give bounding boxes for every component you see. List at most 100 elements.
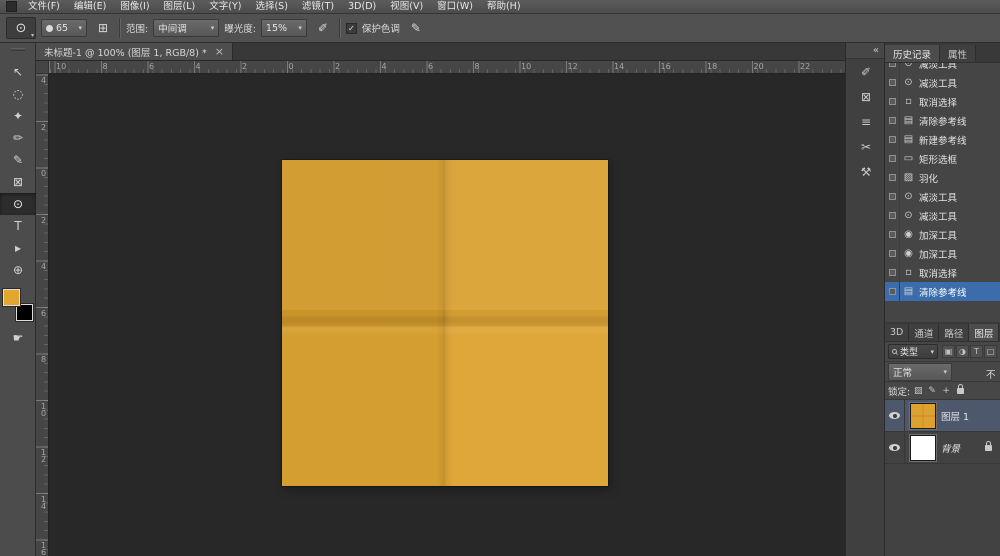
history-state-thumbnail	[889, 250, 896, 257]
document-tab[interactable]: 未标题-1 @ 100% (图层 1, RGB/8) * ×	[36, 43, 233, 60]
dock-header: «	[846, 43, 884, 59]
menu-item[interactable]: 图像(I)	[113, 0, 156, 13]
menu-item[interactable]: 视图(V)	[383, 0, 430, 13]
document-viewport[interactable]	[49, 74, 845, 556]
exposure-label: 曝光度:	[224, 21, 256, 35]
brush-tool-icon: ✎	[13, 153, 23, 167]
layer-row[interactable]: 图层 1	[885, 400, 1000, 432]
hand-tool[interactable]: ☛	[0, 327, 36, 349]
close-icon[interactable]: ×	[215, 45, 224, 58]
history-brush-source-cell[interactable]	[885, 244, 900, 263]
history-brush-source-cell[interactable]	[885, 73, 900, 92]
filter-type-button[interactable]: T	[970, 345, 983, 358]
airbrush-button[interactable]: ✐	[312, 18, 334, 38]
filter-pixel-button[interactable]: ▣	[942, 345, 955, 358]
horizontal-ruler[interactable]: 108642024681012141618202224	[49, 61, 845, 74]
lock-all-button[interactable]	[954, 385, 966, 397]
menu-item[interactable]: 窗口(W)	[430, 0, 480, 13]
eyedropper-tool[interactable]: ✏	[0, 127, 36, 149]
lock-image-button[interactable]: ✎	[926, 385, 938, 397]
clone-stamp-tool[interactable]: ⊠	[0, 171, 36, 193]
zoom-tool[interactable]: ⊕	[0, 259, 36, 281]
magic-wand-tool[interactable]: ✦	[0, 105, 36, 127]
brush-size-dropdown[interactable]: 65 ▾	[41, 19, 87, 37]
tool-preset-picker[interactable]: ⊙ ▾	[6, 17, 36, 39]
layer-visibility-toggle[interactable]	[885, 432, 905, 463]
history-item[interactable]: ▫取消选择	[885, 263, 1000, 282]
tab-properties[interactable]: 属性	[940, 45, 976, 62]
pressure-button[interactable]: ✎	[405, 18, 427, 38]
range-dropdown[interactable]: 中间调 ▾	[153, 19, 219, 37]
menu-item[interactable]: 帮助(H)	[480, 0, 528, 13]
history-item[interactable]: ▤清除参考线	[885, 282, 1000, 301]
menu-item[interactable]: 滤镜(T)	[295, 0, 341, 13]
brush-panel-toggle-button[interactable]: ⊞	[92, 18, 114, 38]
collapse-panels-button[interactable]: «	[873, 45, 879, 56]
history-item[interactable]: ▤新建参考线	[885, 130, 1000, 149]
history-state-thumbnail	[889, 117, 896, 124]
history-item[interactable]: ◉加深工具	[885, 225, 1000, 244]
history-brush-source-cell[interactable]	[885, 263, 900, 282]
history-brush-source-cell[interactable]	[885, 92, 900, 111]
toolbar-grip[interactable]	[11, 48, 25, 51]
move-tool[interactable]: ↖	[0, 61, 36, 83]
tab-channels[interactable]: 通道	[909, 324, 939, 341]
menu-item[interactable]: 选择(S)	[248, 0, 294, 13]
background-color-swatch[interactable]	[16, 304, 33, 321]
layer-visibility-toggle[interactable]	[885, 400, 905, 431]
history-item[interactable]: ◉加深工具	[885, 244, 1000, 263]
scissors-panel-button[interactable]: ✂	[846, 134, 886, 159]
menu-item[interactable]: 编辑(E)	[67, 0, 113, 13]
lock-buttons: ▨✎+	[912, 385, 966, 397]
protect-tones-checkbox[interactable]: ✓	[346, 23, 357, 34]
clone-source-panel-button[interactable]: ⊠	[846, 84, 886, 109]
tab-3d[interactable]: 3D	[885, 324, 909, 341]
history-item[interactable]: ⊙减淡工具	[885, 206, 1000, 225]
history-state-thumbnail	[889, 231, 896, 238]
ruler-origin-corner[interactable]	[36, 61, 49, 74]
blend-mode-dropdown[interactable]: 正常 ▾	[888, 363, 952, 381]
lock-transparency-button[interactable]: ▨	[912, 385, 924, 397]
type-tool[interactable]: T	[0, 215, 36, 237]
lock-position-button[interactable]: +	[940, 385, 952, 397]
layer-filter-dropdown[interactable]: 类型 ▾	[888, 344, 938, 359]
dodge-tool[interactable]: ⊙	[0, 193, 36, 215]
filter-adjustment-button[interactable]: ◑	[956, 345, 969, 358]
layer-row[interactable]: 背景	[885, 432, 1000, 464]
history-brush-source-cell[interactable]	[885, 111, 900, 130]
tab-layers[interactable]: 图层	[969, 324, 999, 341]
menu-item[interactable]: 文件(F)	[21, 0, 67, 13]
history-item-label: 减淡工具	[917, 209, 957, 223]
history-brush-source-cell[interactable]	[885, 130, 900, 149]
path-selection-tool[interactable]: ▸	[0, 237, 36, 259]
info-panel-button[interactable]: ≡	[846, 109, 886, 134]
filter-shape-button[interactable]: □	[984, 345, 997, 358]
history-item[interactable]: ⊙减淡工具	[885, 187, 1000, 206]
history-item[interactable]: ▫取消选择	[885, 92, 1000, 111]
tab-paths[interactable]: 路径	[939, 324, 969, 341]
foreground-color-swatch[interactable]	[3, 289, 20, 306]
menu-item[interactable]: 图层(L)	[157, 0, 203, 13]
history-item[interactable]: ⊙减淡工具	[885, 63, 1000, 73]
history-item[interactable]: ▭矩形选框	[885, 149, 1000, 168]
tool-presets-panel-button[interactable]: ⚒	[846, 159, 886, 184]
history-item[interactable]: ⊙减淡工具	[885, 73, 1000, 92]
history-brush-source-cell[interactable]	[885, 149, 900, 168]
history-brush-source-cell[interactable]	[885, 168, 900, 187]
document-canvas[interactable]	[282, 160, 608, 486]
tab-history[interactable]: 历史记录	[885, 45, 940, 62]
measure-panel-button[interactable]: ✐	[846, 59, 886, 84]
history-brush-source-cell[interactable]	[885, 187, 900, 206]
menu-item[interactable]: 文字(Y)	[202, 0, 248, 13]
history-brush-source-cell[interactable]	[885, 282, 900, 301]
vertical-ruler[interactable]: 420246810121416	[36, 74, 49, 556]
history-brush-source-cell[interactable]	[885, 225, 900, 244]
history-item[interactable]: ▨羽化	[885, 168, 1000, 187]
menu-item[interactable]: 3D(D)	[341, 0, 383, 13]
history-item[interactable]: ▤清除参考线	[885, 111, 1000, 130]
brush-tool[interactable]: ✎	[0, 149, 36, 171]
exposure-dropdown[interactable]: 15% ▾	[261, 19, 307, 37]
lasso-tool[interactable]: ◌	[0, 83, 36, 105]
history-brush-source-cell[interactable]	[885, 206, 900, 225]
history-brush-source-cell[interactable]	[885, 63, 900, 73]
